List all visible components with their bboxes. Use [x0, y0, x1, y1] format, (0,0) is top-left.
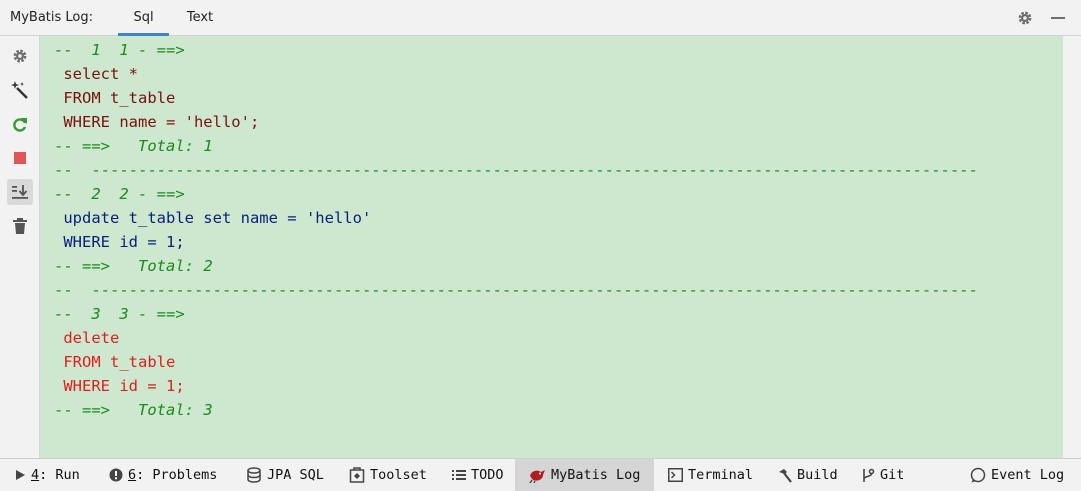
log-line-prefix: -- ==>: [54, 137, 138, 155]
log-line-text: -- 3 3 - ==>: [54, 305, 185, 323]
terminal-label: Terminal: [688, 467, 754, 483]
play-icon: [16, 470, 25, 480]
log-comment-line: -- ==> Total: 3: [54, 398, 1063, 422]
sql-log-output[interactable]: -- 1 1 - ==> select * FROM t_table WHERE…: [40, 36, 1063, 458]
event-log-label: Event Log: [991, 467, 1065, 483]
magic-wand-icon[interactable]: [7, 77, 33, 103]
tab-text[interactable]: Text: [174, 0, 226, 36]
database-icon: [247, 467, 261, 483]
warning-circle-icon: [109, 468, 123, 482]
speech-bubble-icon: [970, 467, 986, 483]
scroll-to-end-icon[interactable]: [7, 179, 33, 205]
list-icon: [452, 470, 466, 480]
log-line-prefix: -- ==>: [54, 257, 138, 275]
build-tool-button[interactable]: Build: [777, 459, 838, 491]
git-branch-icon: [863, 468, 875, 482]
mybatis-log-tool-button[interactable]: MyBatis Log: [515, 459, 654, 491]
log-comment-line: -- ==> Total: 1: [54, 134, 1063, 158]
log-comment-line: -- -------------------------------------…: [54, 161, 978, 179]
tool-window-header: MyBatis Log: Sql Text: [0, 0, 1081, 36]
log-comment-line: -- 1 1 - ==>: [54, 38, 1063, 62]
tab-text-label: Text: [186, 10, 214, 25]
todo-tool-button[interactable]: TODO: [452, 459, 504, 491]
vertical-scrollbar[interactable]: [1063, 36, 1081, 458]
mybatis-log-label: MyBatis Log: [551, 467, 641, 483]
todo-label: TODO: [471, 467, 504, 483]
log-comment-line: -- ==> Total: 2: [54, 254, 1063, 278]
log-line-total: Total: 1: [138, 137, 213, 155]
git-tool-button[interactable]: Git: [861, 459, 904, 491]
log-sql-line: WHERE name = 'hello';: [54, 113, 260, 131]
log-line-prefix: -- ==>: [54, 401, 138, 419]
hammer-icon: [779, 468, 792, 483]
rerun-icon[interactable]: [7, 112, 33, 138]
toolset-label: Toolset: [370, 467, 427, 483]
stop-icon[interactable]: [7, 145, 33, 171]
terminal-tool-button[interactable]: Terminal: [668, 459, 753, 491]
log-line-text: -- 2 2 - ==>: [54, 185, 185, 203]
log-sql-line: FROM t_table: [54, 353, 176, 371]
toolset-icon: [349, 467, 365, 483]
mybatis-bird-icon: [529, 470, 545, 483]
jpa-sql-tool-button[interactable]: JPA SQL: [246, 459, 324, 491]
settings-gear-icon[interactable]: [1016, 9, 1034, 27]
log-line-text: -- 1 1 - ==>: [54, 41, 185, 59]
tab-sql[interactable]: Sql: [118, 0, 169, 36]
tab-sql-label: Sql: [133, 10, 154, 25]
run-label: : Run: [39, 467, 80, 483]
log-comment-line: -- 3 3 - ==>: [54, 302, 1063, 326]
minimize-icon[interactable]: [1049, 9, 1067, 27]
tool-window-bar: 4: Run 6: Problems JPA SQL Toolset TODO: [0, 458, 1081, 491]
tool-window-title: MyBatis Log:: [10, 10, 94, 25]
problems-label: : Problems: [136, 467, 218, 483]
log-sql-line: WHERE id = 1;: [54, 233, 185, 251]
log-sql-line: select *: [54, 65, 138, 83]
gear-icon[interactable]: [7, 43, 33, 69]
log-comment-line: -- 2 2 - ==>: [54, 182, 1063, 206]
log-sql-line: delete: [54, 329, 120, 347]
git-label: Git: [880, 467, 905, 483]
jpa-sql-label: JPA SQL: [267, 467, 324, 483]
toolset-tool-button[interactable]: Toolset: [349, 459, 427, 491]
log-line-total: Total: 3: [138, 401, 213, 419]
log-sql-line: WHERE id = 1;: [54, 377, 185, 395]
terminal-icon: [668, 468, 683, 482]
problems-tool-button[interactable]: 6: Problems: [109, 459, 217, 491]
log-comment-line: -- -------------------------------------…: [54, 281, 978, 299]
run-shortcut-number: 4: [31, 467, 40, 483]
left-toolbar: [0, 36, 40, 458]
log-sql-line: update t_table set name = 'hello': [54, 209, 372, 227]
problems-shortcut-number: 6: [128, 467, 137, 483]
log-line-total: Total: 2: [138, 257, 213, 275]
event-log-tool-button[interactable]: Event Log: [970, 459, 1064, 491]
log-sql-line: FROM t_table: [54, 89, 176, 107]
run-tool-button[interactable]: 4: Run: [14, 459, 80, 491]
trash-icon[interactable]: [7, 213, 33, 239]
build-label: Build: [797, 467, 838, 483]
